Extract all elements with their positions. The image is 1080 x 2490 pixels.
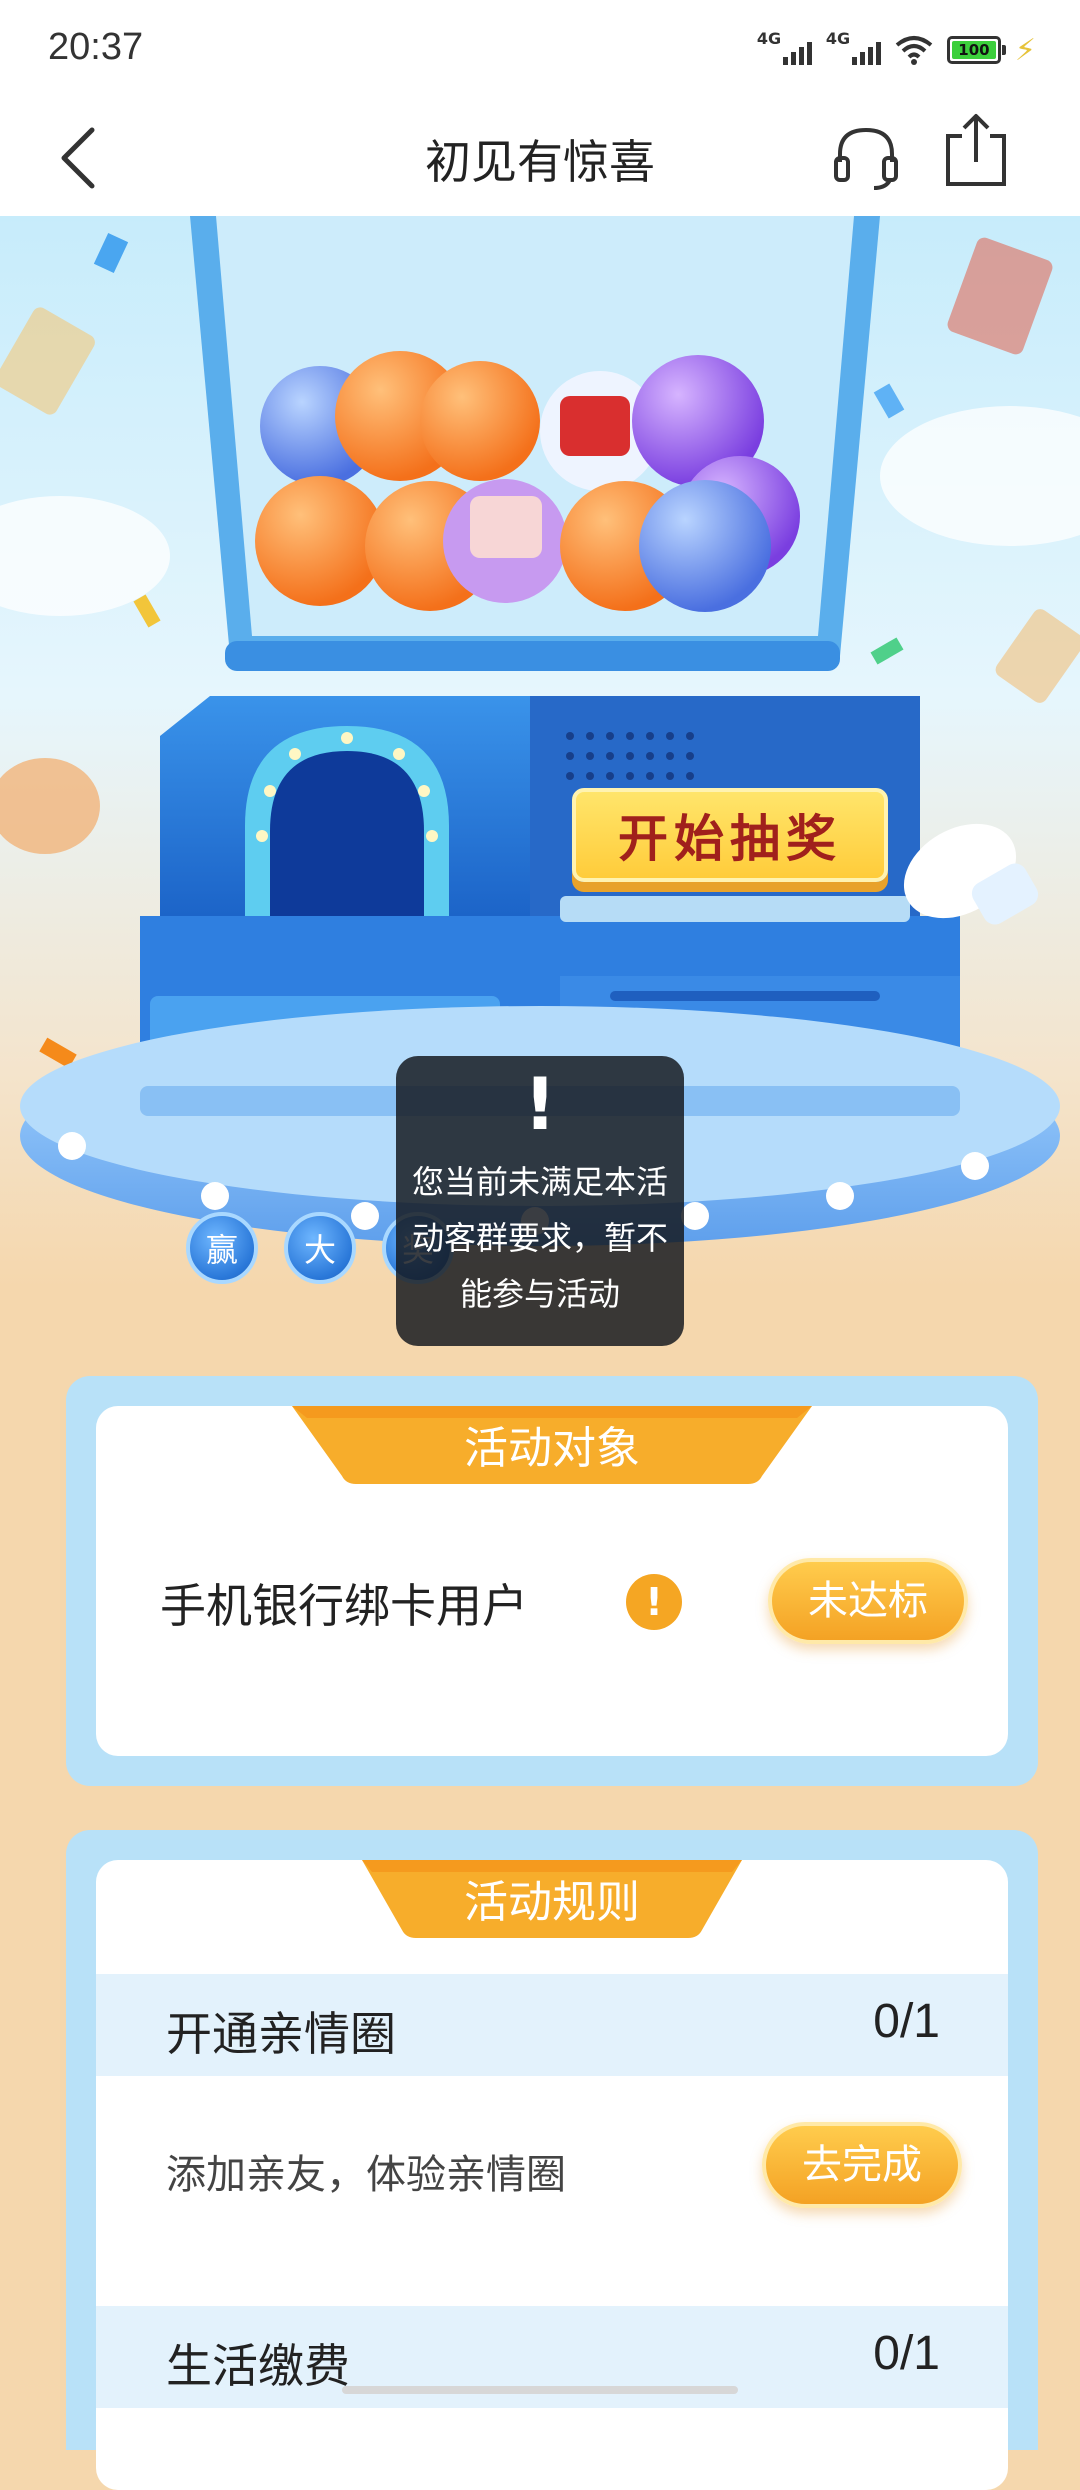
exclamation-icon: !: [523, 1062, 557, 1146]
rule-row: 开通亲情圈 0/1: [96, 1974, 1008, 2076]
charging-icon: ⚡: [1014, 32, 1036, 68]
status-bar: 20:37 4G 4G 100 ⚡: [0, 0, 1080, 100]
cellular-signal-icon-2: 4G: [826, 29, 881, 65]
coin-badge: 大: [284, 1212, 356, 1284]
home-indicator: [342, 2386, 738, 2394]
rule-progress: 0/1: [873, 1995, 940, 2048]
cellular-signal-icon: 4G: [757, 29, 812, 65]
share-icon[interactable]: [940, 110, 1012, 190]
go-complete-button[interactable]: 去完成: [762, 2122, 962, 2208]
target-audience-card: 活动对象 手机银行绑卡用户 ! 未达标: [66, 1376, 1038, 1786]
nav-bar: 初见有惊喜: [0, 100, 1080, 216]
headset-icon[interactable]: [830, 120, 902, 192]
toast-message: ! 您当前未满足本活动客群要求，暂不能参与活动: [396, 1056, 684, 1346]
rule-description: 添加亲友，体验亲情圈: [166, 2152, 566, 2198]
toast-text: 您当前未满足本活动客群要求，暂不能参与活动: [411, 1163, 668, 1313]
target-audience-card-inner: 活动对象 手机银行绑卡用户 ! 未达标: [96, 1406, 1008, 1756]
section-ribbon: 活动规则: [292, 1860, 812, 1938]
rule-name: 开通亲情圈: [166, 2007, 396, 2061]
user-type-label: 手机银行绑卡用户: [160, 1579, 528, 1633]
warning-icon[interactable]: !: [626, 1574, 682, 1630]
rule-name: 生活缴费: [166, 2339, 350, 2393]
target-row: 手机银行绑卡用户 ! 未达标: [160, 1556, 968, 1646]
status-icons: 4G 4G 100 ⚡: [757, 29, 1036, 70]
not-qualified-button[interactable]: 未达标: [768, 1558, 968, 1644]
section-ribbon: 活动对象: [292, 1406, 812, 1484]
start-lottery-button[interactable]: 开始抽奖: [572, 788, 888, 882]
section-title: 活动规则: [464, 1877, 640, 1928]
coin-badge: 赢: [186, 1212, 258, 1284]
section-title: 活动对象: [464, 1423, 640, 1474]
wifi-icon: [895, 36, 933, 65]
status-time: 20:37: [48, 26, 144, 68]
rules-card-inner: 活动规则 开通亲情圈 0/1 添加亲友，体验亲情圈 去完成 生活缴费 0/1: [96, 1860, 1008, 2490]
battery-icon: 100: [946, 36, 1006, 64]
rule-progress: 0/1: [873, 2327, 940, 2380]
rules-card: 活动规则 开通亲情圈 0/1 添加亲友，体验亲情圈 去完成 生活缴费 0/1: [66, 1830, 1038, 2490]
page-title: 初见有惊喜: [425, 135, 655, 189]
